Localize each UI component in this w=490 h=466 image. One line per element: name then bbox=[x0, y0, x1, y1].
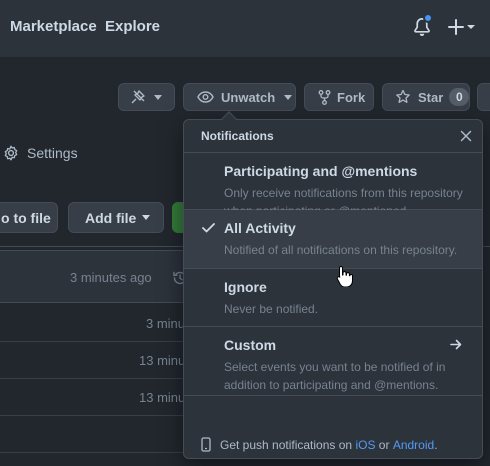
option-desc-line2: addition to participating and @mentions. bbox=[224, 378, 439, 392]
chevron-down-icon bbox=[284, 94, 293, 100]
arrow-right-icon bbox=[450, 339, 462, 350]
option-custom[interactable]: Custom Select events you want to be noti… bbox=[184, 327, 482, 396]
footer-or: or bbox=[378, 437, 390, 452]
settings-label: Settings bbox=[27, 145, 78, 161]
nav-explore-link[interactable]: Explore bbox=[105, 18, 160, 35]
unread-indicator-dot bbox=[423, 13, 433, 23]
notifications-menu-title: Notifications bbox=[201, 129, 274, 143]
table-row[interactable]: 13 minu bbox=[0, 342, 200, 379]
option-desc-line1: Only receive notifications from this rep… bbox=[224, 186, 463, 200]
table-row[interactable]: 3 minu bbox=[0, 305, 200, 342]
gear-icon bbox=[3, 145, 19, 161]
chevron-down-icon bbox=[142, 215, 151, 220]
footer-prefix: Get push notifications on bbox=[220, 437, 353, 452]
ios-link[interactable]: iOS bbox=[355, 438, 375, 452]
android-link[interactable]: Android bbox=[393, 438, 434, 452]
fork-icon bbox=[318, 89, 331, 105]
create-new-plus-icon[interactable] bbox=[447, 18, 477, 36]
fork-label: Fork bbox=[337, 89, 366, 105]
pin-button[interactable] bbox=[118, 83, 175, 111]
table-row[interactable]: 13 minu bbox=[0, 379, 200, 416]
latest-commit-time: 3 minutes ago bbox=[70, 270, 152, 285]
unwatch-button[interactable]: Unwatch bbox=[183, 83, 296, 111]
hand-cursor-icon bbox=[336, 265, 353, 287]
table-row[interactable] bbox=[0, 416, 200, 453]
star-count-badge: 0 bbox=[449, 88, 470, 106]
row-time: 13 minu bbox=[139, 353, 186, 368]
row-time: 3 minu bbox=[146, 316, 186, 331]
option-title: Participating and @mentions bbox=[224, 163, 418, 179]
row-time: 13 minu bbox=[139, 390, 186, 405]
notifications-menu: Notifications Participating and @mention… bbox=[183, 119, 483, 459]
tab-settings[interactable]: Settings bbox=[3, 145, 78, 161]
unwatch-label: Unwatch bbox=[221, 89, 276, 105]
option-title: Custom bbox=[224, 337, 277, 353]
star-icon bbox=[395, 89, 411, 105]
mobile-device-icon bbox=[201, 437, 211, 452]
star-button[interactable]: Star 0 bbox=[382, 83, 470, 111]
nav-marketplace-link[interactable]: Marketplace bbox=[10, 18, 97, 35]
menu-caret-inner bbox=[222, 113, 236, 120]
add-file-label: Add file bbox=[85, 209, 137, 226]
option-ignore[interactable]: Ignore Never be notified. bbox=[184, 269, 482, 327]
latest-commit-bar: 3 minutes ago bbox=[0, 250, 200, 303]
push-notifications-footer: Get push notifications on iOS or Android… bbox=[184, 429, 482, 458]
notifications-menu-header: Notifications bbox=[184, 120, 482, 153]
go-to-file-button[interactable]: o to file bbox=[0, 202, 58, 233]
add-file-button[interactable]: Add file bbox=[68, 202, 164, 233]
option-desc-line1: Never be notified. bbox=[224, 302, 319, 316]
option-desc-line1: Select events you want to be notified of… bbox=[224, 360, 446, 374]
global-header: Marketplace Explore bbox=[0, 0, 490, 57]
star-list-dropdown-button[interactable] bbox=[477, 83, 490, 111]
fork-button[interactable]: Fork bbox=[304, 83, 374, 111]
option-desc-line1: Notified of all notifications on this re… bbox=[224, 243, 458, 257]
option-participating[interactable]: Participating and @mentions Only receive… bbox=[184, 153, 482, 218]
close-icon[interactable] bbox=[460, 130, 472, 142]
check-icon bbox=[202, 223, 215, 233]
eye-icon bbox=[197, 91, 214, 103]
chevron-down-icon bbox=[154, 94, 162, 100]
option-all-activity[interactable]: All Activity Notified of all notificatio… bbox=[184, 210, 482, 269]
footer-suffix: . bbox=[434, 437, 438, 452]
star-label: Star bbox=[418, 89, 444, 105]
option-title: All Activity bbox=[224, 220, 296, 236]
pin-icon bbox=[130, 89, 146, 105]
go-to-file-label: o to file bbox=[1, 209, 51, 226]
